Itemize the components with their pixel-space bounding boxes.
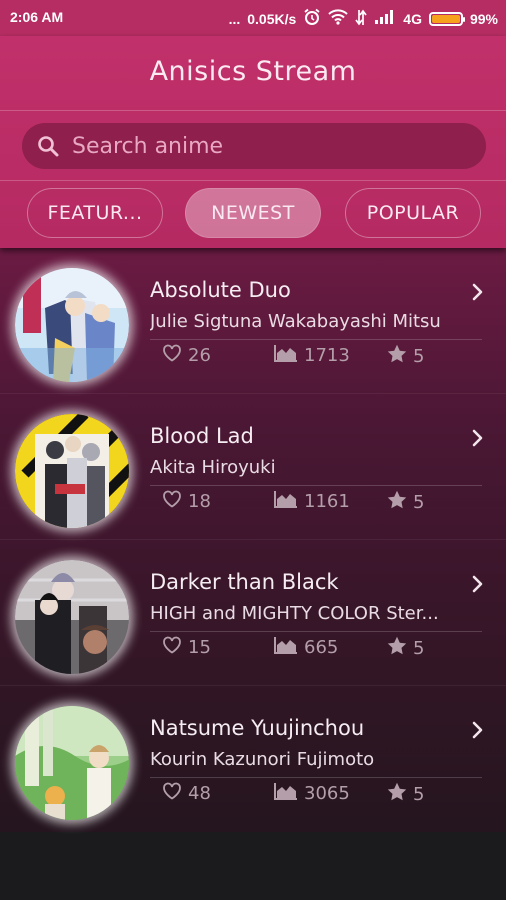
area-chart-icon [274,636,298,659]
likes-count: 15 [188,637,211,658]
alarm-icon [303,8,321,29]
tab-popular[interactable]: POPULAR [345,188,481,238]
star-icon [387,636,407,660]
tab-newest[interactable]: NEWEST [185,188,321,238]
list-item[interactable]: Darker than Black HIGH and MIGHTY COLOR … [0,540,506,686]
rating-value: 5 [413,637,425,659]
area-chart-icon [274,344,298,367]
likes-count: 26 [188,345,211,366]
stats-divider [150,777,482,778]
star-icon [387,782,407,806]
area-chart-icon [274,782,298,805]
chevron-right-icon[interactable] [468,574,488,594]
anime-subtitle: HIGH and MIGHTY COLOR Ster... [150,603,439,624]
heart-icon [162,490,182,513]
area-chart-icon [274,490,298,513]
views-stat: 1713 [274,344,350,367]
views-count: 1713 [304,345,350,366]
anime-subtitle: Kourin Kazunori Fujimoto [150,749,375,770]
views-stat: 3065 [274,782,350,805]
list-item[interactable]: Absolute Duo Julie Sigtuna Wakabayashi M… [0,248,506,394]
tab-bar: FEATUR... NEWEST POPULAR [0,188,506,240]
anime-thumbnail [15,414,129,528]
stats-divider [150,339,482,340]
chevron-right-icon[interactable] [468,720,488,740]
rating-stat: 5 [387,344,424,368]
app-header: Anisics Stream FEATUR... NEWEST POPULAR [0,36,506,248]
likes-stat: 15 [162,636,211,659]
rating-stat: 5 [387,490,424,514]
search-icon [36,134,60,158]
status-time: 2:06 AM [10,9,64,25]
likes-stat: 48 [162,782,211,805]
network-type: 4G [403,10,422,27]
tab-featured[interactable]: FEATUR... [27,188,163,238]
anime-title: Natsume Yuujinchou [150,716,365,740]
search-bar[interactable] [22,123,486,169]
search-input[interactable] [70,132,486,160]
network-speed: 0.05K/s [247,10,297,27]
status-bar: 2:06 AM ... 0.05K/s 4G 99% [0,0,506,36]
app-title: Anisics Stream [149,56,357,87]
views-count: 1161 [304,491,350,512]
heart-icon [162,782,182,805]
anime-title: Darker than Black [150,570,339,594]
rating-stat: 5 [387,782,424,806]
rating-value: 5 [413,783,425,805]
rating-value: 5 [413,345,425,367]
anime-thumbnail [15,706,129,820]
views-count: 3065 [304,783,350,804]
battery-percent: 99% [469,10,498,27]
sync-icon [355,9,367,29]
views-count: 665 [304,637,339,658]
battery-icon [428,11,465,26]
status-dots: ... [228,10,241,27]
likes-stat: 18 [162,490,211,513]
likes-stat: 26 [162,344,211,367]
header-divider [0,110,506,111]
anime-title: Blood Lad [150,424,254,448]
list-item[interactable]: Natsume Yuujinchou Kourin Kazunori Fujim… [0,686,506,832]
star-icon [387,490,407,514]
anime-thumbnail [15,268,129,382]
star-icon [387,344,407,368]
heart-icon [162,636,182,659]
chevron-right-icon[interactable] [468,282,488,302]
bottom-area [0,832,506,900]
status-icons: ... 0.05K/s 4G 99% [229,8,498,29]
rating-stat: 5 [387,636,424,660]
anime-subtitle: Julie Sigtuna Wakabayashi Mitsu [150,311,441,332]
signal-icon [374,10,396,27]
likes-count: 18 [188,491,211,512]
views-stat: 1161 [274,490,350,513]
heart-icon [162,344,182,367]
likes-count: 48 [188,783,211,804]
rating-value: 5 [413,491,425,513]
stats-divider [150,631,482,632]
views-stat: 665 [274,636,338,659]
stats-divider [150,485,482,486]
search-divider [0,180,506,181]
chevron-right-icon[interactable] [468,428,488,448]
anime-subtitle: Akita Hiroyuki [150,457,276,478]
anime-thumbnail [15,560,129,674]
anime-list: Absolute Duo Julie Sigtuna Wakabayashi M… [0,248,506,832]
anime-title: Absolute Duo [150,278,291,302]
wifi-icon [328,9,348,28]
list-item[interactable]: Blood Lad Akita Hiroyuki 18 1161 5 [0,394,506,540]
